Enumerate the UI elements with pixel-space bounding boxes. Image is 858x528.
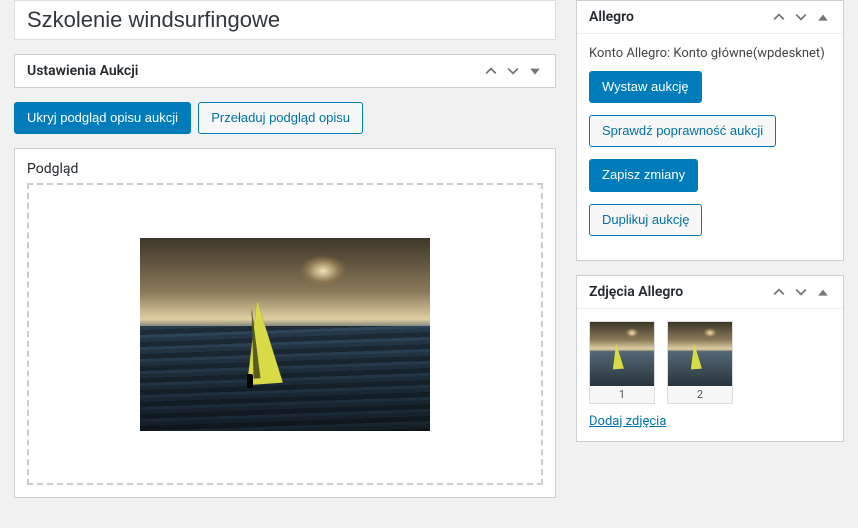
triangle-up-icon[interactable] (815, 284, 831, 300)
panel-controls (771, 284, 831, 300)
image-thumbnail[interactable]: 1 (589, 321, 655, 404)
reload-preview-button[interactable]: Przeładuj podgląd opisu (198, 102, 363, 134)
thumbnail-label: 2 (668, 386, 732, 403)
thumbnails-row: 1 2 (589, 321, 831, 404)
hide-preview-button[interactable]: Ukryj podgląd opisu aukcji (14, 102, 191, 134)
add-images-link[interactable]: Dodaj zdjęcia (589, 414, 666, 429)
panel-title: Allegro (589, 9, 634, 25)
auction-settings-panel: Ustawienia Aukcji (14, 54, 556, 88)
triangle-down-icon[interactable] (527, 63, 543, 79)
panel-controls (771, 9, 831, 25)
allegro-images-panel: Zdjęcia Allegro 1 2 (576, 275, 844, 442)
panel-title: Ustawienia Aukcji (27, 63, 138, 79)
publish-auction-button[interactable]: Wystaw aukcję (589, 71, 702, 103)
post-title-input[interactable] (14, 0, 556, 40)
thumbnail-image (668, 322, 732, 386)
chevron-up-icon[interactable] (771, 9, 787, 25)
chevron-up-icon[interactable] (771, 284, 787, 300)
validate-auction-button[interactable]: Sprawdź poprawność aukcji (589, 115, 776, 147)
preview-buttons-row: Ukryj podgląd opisu aukcji Przeładuj pod… (14, 102, 556, 142)
allegro-account-text: Konto Allegro: Konto główne(wpdesknet) (589, 46, 831, 61)
preview-panel: Podgląd (14, 148, 556, 498)
save-changes-button[interactable]: Zapisz zmiany (589, 159, 698, 191)
chevron-down-icon[interactable] (793, 284, 809, 300)
duplicate-auction-button[interactable]: Duplikuj aukcję (589, 204, 702, 236)
triangle-up-icon[interactable] (815, 9, 831, 25)
allegro-panel: Allegro Konto Allegro: Konto główne(wpde… (576, 0, 844, 261)
preview-scroll-area[interactable] (39, 195, 531, 473)
panel-title: Zdjęcia Allegro (589, 284, 683, 300)
chevron-up-icon[interactable] (483, 63, 499, 79)
preview-image (140, 238, 430, 431)
image-thumbnail[interactable]: 2 (667, 321, 733, 404)
thumbnail-image (590, 322, 654, 386)
chevron-down-icon[interactable] (505, 63, 521, 79)
preview-label: Podgląd (27, 161, 543, 177)
preview-frame (27, 183, 543, 485)
chevron-down-icon[interactable] (793, 9, 809, 25)
panel-controls (483, 63, 543, 79)
thumbnail-label: 1 (590, 386, 654, 403)
